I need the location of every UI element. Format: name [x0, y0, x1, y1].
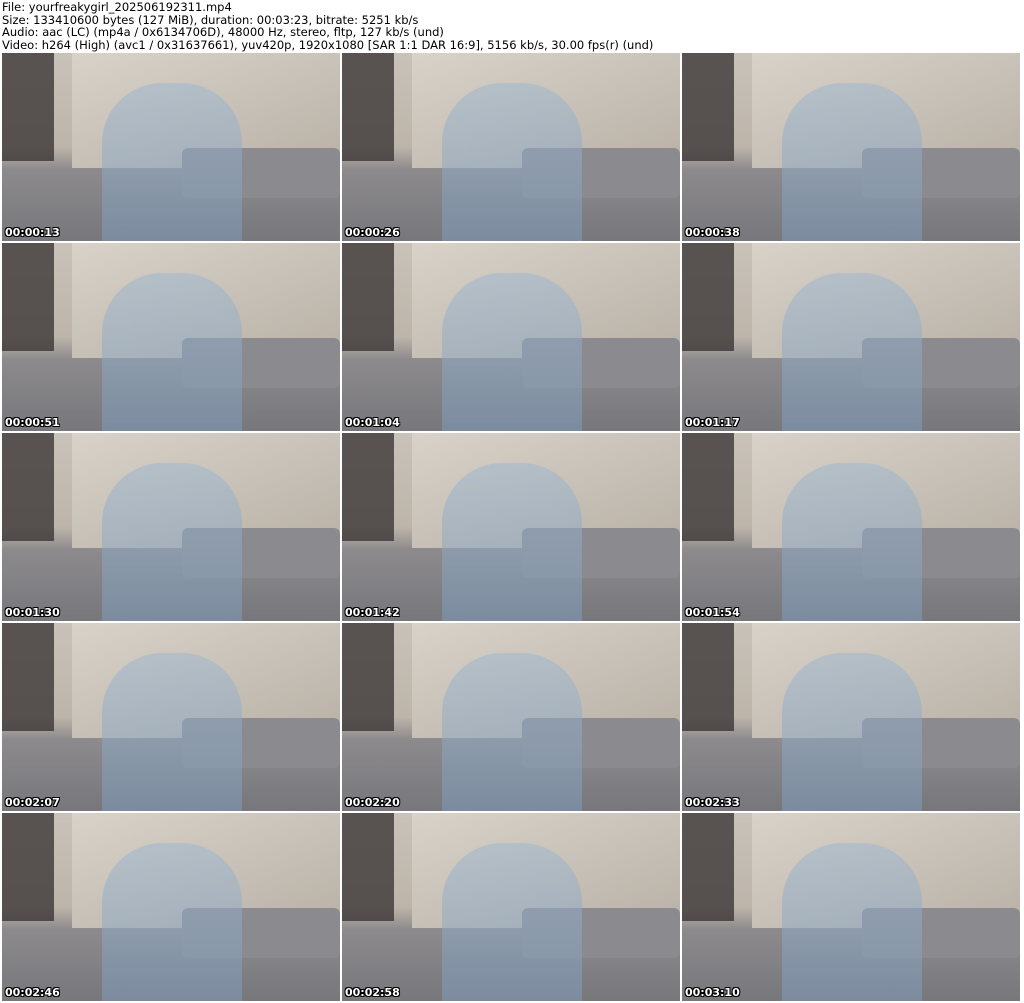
frame-subject-placeholder — [442, 653, 582, 811]
frame-subject-placeholder — [442, 843, 582, 1001]
timestamp: 00:01:17 — [685, 416, 740, 429]
frame-subject-placeholder — [102, 463, 242, 621]
stream-overlay-panel — [342, 53, 394, 161]
timestamp: 00:02:20 — [345, 796, 400, 809]
video-info: Video: h264 (High) (avc1 / 0x31637661), … — [2, 37, 654, 52]
thumbnail-frame[interactable]: 00:02:58 — [342, 813, 680, 1001]
timestamp: 00:01:54 — [685, 606, 740, 619]
thumbnail-frame[interactable]: 00:01:04 — [342, 243, 680, 431]
file-name: File: yourfreakygirl_202506192311.mp4 — [2, 0, 232, 14]
thumbnail-frame[interactable]: 00:02:33 — [682, 623, 1020, 811]
timestamp: 00:02:33 — [685, 796, 740, 809]
stream-overlay-panel — [342, 813, 394, 921]
thumbnail-frame[interactable]: 00:01:30 — [2, 433, 340, 621]
timestamp: 00:00:51 — [5, 416, 60, 429]
frame-subject-placeholder — [782, 273, 922, 431]
timestamp: 00:01:30 — [5, 606, 60, 619]
stream-overlay-panel — [682, 433, 734, 541]
thumbnail-frame[interactable]: 00:00:51 — [2, 243, 340, 431]
frame-subject-placeholder — [782, 463, 922, 621]
thumbnail-frame[interactable]: 00:00:38 — [682, 53, 1020, 241]
thumbnail-frame[interactable]: 00:01:42 — [342, 433, 680, 621]
frame-subject-placeholder — [442, 463, 582, 621]
stream-overlay-panel — [2, 243, 54, 351]
stream-overlay-panel — [342, 623, 394, 731]
audio-info: Audio: aac (LC) (mp4a / 0x6134706D), 480… — [2, 25, 444, 40]
timestamp: 00:03:10 — [685, 986, 740, 999]
frame-subject-placeholder — [442, 83, 582, 241]
file-info: File: yourfreakygirl_202506192311.mp4 Si… — [2, 1, 653, 51]
thumbnail-frame[interactable]: 00:01:54 — [682, 433, 1020, 621]
stream-overlay-panel — [682, 243, 734, 351]
timestamp: 00:00:13 — [5, 226, 60, 239]
stream-overlay-panel — [682, 53, 734, 161]
timestamp: 00:01:04 — [345, 416, 400, 429]
stream-overlay-panel — [342, 433, 394, 541]
stream-overlay-panel — [2, 813, 54, 921]
stream-overlay-panel — [682, 813, 734, 921]
frame-subject-placeholder — [442, 273, 582, 431]
timestamp: 00:02:46 — [5, 986, 60, 999]
frame-subject-placeholder — [782, 653, 922, 811]
thumbnail-frame[interactable]: 00:00:26 — [342, 53, 680, 241]
thumbnail-frame[interactable]: 00:00:13 — [2, 53, 340, 241]
thumbnail-frame[interactable]: 00:02:20 — [342, 623, 680, 811]
frame-subject-placeholder — [102, 83, 242, 241]
thumbnail-grid: 00:00:13 00:00:26 00:00:38 00:00:51 00:01:04… — [2, 53, 1020, 1001]
frame-subject-placeholder — [102, 653, 242, 811]
stream-overlay-panel — [342, 243, 394, 351]
frame-subject-placeholder — [782, 843, 922, 1001]
frame-subject-placeholder — [102, 273, 242, 431]
thumbnail-frame[interactable]: 00:02:46 — [2, 813, 340, 1001]
timestamp: 00:01:42 — [345, 606, 400, 619]
timestamp: 00:02:07 — [5, 796, 60, 809]
thumbnail-frame[interactable]: 00:01:17 — [682, 243, 1020, 431]
thumbnail-frame[interactable]: 00:03:10 — [682, 813, 1020, 1001]
thumbnail-frame[interactable]: 00:02:07 — [2, 623, 340, 811]
stream-overlay-panel — [2, 623, 54, 731]
stream-overlay-panel — [2, 433, 54, 541]
stream-overlay-panel — [682, 623, 734, 731]
timestamp: 00:02:58 — [345, 986, 400, 999]
timestamp: 00:00:38 — [685, 226, 740, 239]
frame-subject-placeholder — [102, 843, 242, 1001]
timestamp: 00:00:26 — [345, 226, 400, 239]
frame-subject-placeholder — [782, 83, 922, 241]
stream-overlay-panel — [2, 53, 54, 161]
